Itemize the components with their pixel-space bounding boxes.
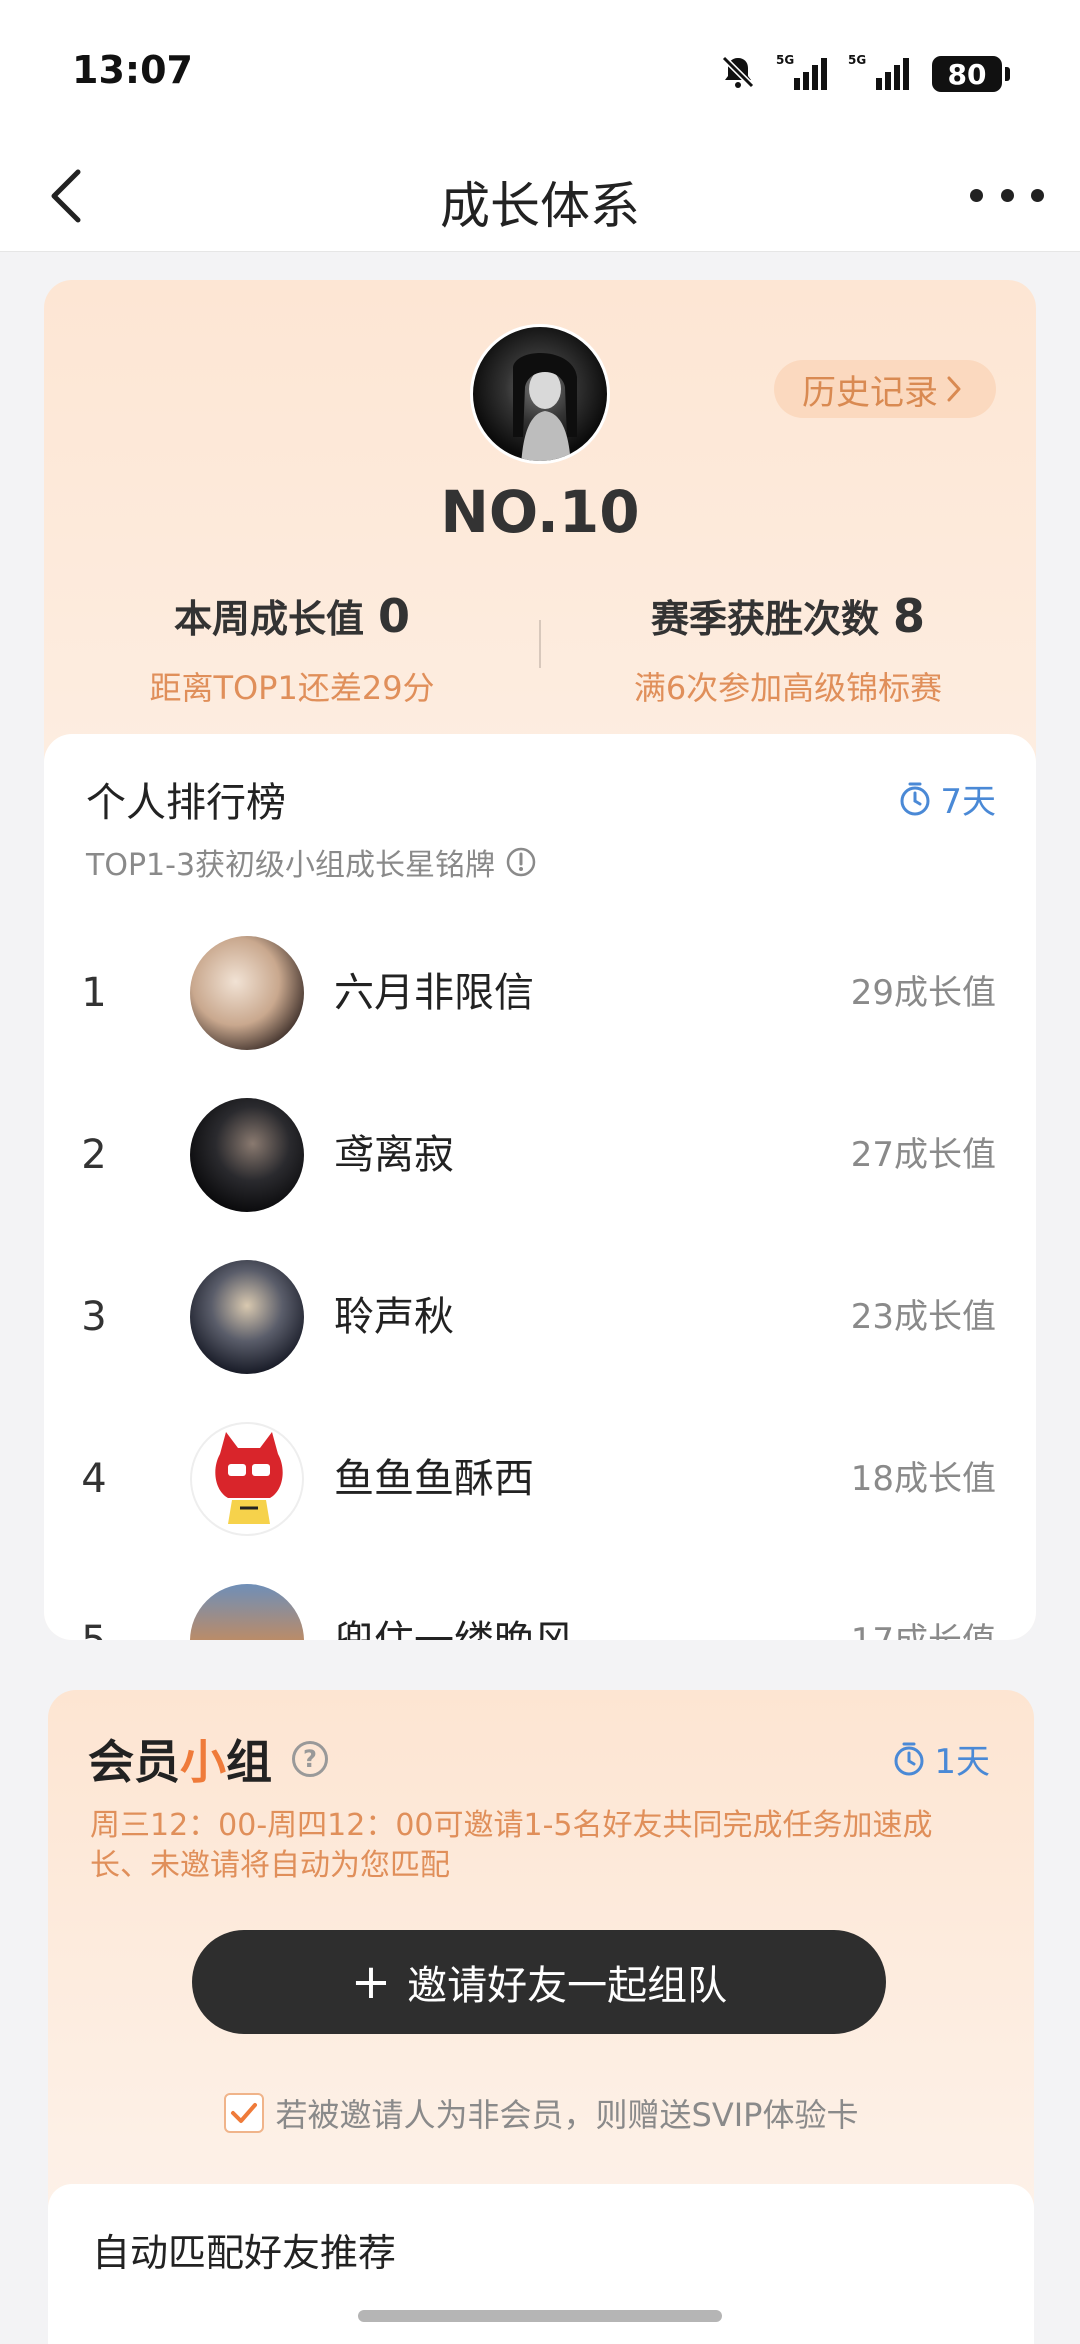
battery-icon: 80 bbox=[932, 56, 1010, 92]
mute-icon bbox=[718, 52, 758, 96]
ranking-row[interactable]: 1 六月非限信 29成长值 bbox=[44, 912, 1036, 1074]
rank-position: 4 bbox=[81, 1456, 107, 1502]
svip-note: 若被邀请人为非会员，则赠送SVIP体验卡 bbox=[275, 2096, 859, 2134]
page-title: 成长体系 bbox=[440, 177, 640, 235]
status-bar: 13:07 5G 5G 80 bbox=[0, 0, 1080, 140]
ranking-row[interactable]: 5 兜住一缕晚风 17成长值 bbox=[44, 1560, 1036, 1640]
rank-user-name: 鱼鱼鱼酥西 bbox=[334, 1456, 534, 1502]
avatar[interactable] bbox=[190, 1422, 304, 1536]
ranking-desc-text: TOP1-3获初级小组成长星铭牌 bbox=[86, 848, 496, 883]
info-icon[interactable] bbox=[505, 846, 537, 878]
member-title-part2: 小 bbox=[180, 1735, 226, 1789]
weekly-growth-value: 0 bbox=[378, 589, 411, 643]
weekly-growth-label: 本周成长值 bbox=[173, 597, 364, 641]
ranking-row[interactable]: 2 鸢离寂 27成长值 bbox=[44, 1074, 1036, 1236]
home-indicator[interactable] bbox=[358, 2310, 722, 2322]
more-button[interactable] bbox=[962, 170, 1052, 220]
season-wins-stat: 赛季获胜次数 8 满6次参加高级锦标赛 bbox=[540, 588, 1036, 709]
rank-user-name: 鸢离寂 bbox=[334, 1132, 454, 1178]
weekly-growth-sub: 距离TOP1还差29分 bbox=[149, 669, 435, 707]
member-title-part1: 会员 bbox=[88, 1735, 180, 1789]
ranking-list: 1 六月非限信 29成长值 2 鸢离寂 27成长值 3 聆声秋 23成长值 4 bbox=[44, 912, 1036, 1640]
ranking-title: 个人排行榜 bbox=[86, 780, 286, 826]
nav-bar: 成长体系 bbox=[0, 140, 1080, 252]
ranking-panel: 个人排行榜 7天 TOP1-3获初级小组成长星铭牌 1 六月非限信 29成长值 … bbox=[44, 734, 1036, 1640]
season-wins-label: 赛季获胜次数 bbox=[650, 597, 879, 641]
ranking-desc: TOP1-3获初级小组成长星铭牌 bbox=[86, 840, 537, 884]
weekly-growth-stat: 本周成长值 0 距离TOP1还差29分 bbox=[44, 588, 540, 709]
rank-user-name: 六月非限信 bbox=[334, 970, 534, 1016]
rank-score: 18成长值 bbox=[850, 1459, 996, 1499]
status-time: 13:07 bbox=[72, 48, 193, 92]
timer-icon bbox=[900, 782, 930, 815]
signal-icon-2: 5G bbox=[848, 52, 914, 96]
rank-score: 23成长值 bbox=[850, 1297, 996, 1337]
rank-position: 3 bbox=[81, 1294, 107, 1340]
ranking-row[interactable]: 4 鱼鱼鱼酥西 18成长值 bbox=[44, 1398, 1036, 1560]
more-dot-icon bbox=[1031, 188, 1044, 202]
member-group-card: 会员小组 ? 1天 周三12：00-周四12：00可邀请1-5名好友共同完成任务… bbox=[48, 1690, 1034, 2344]
rank-score: 29成长值 bbox=[850, 973, 996, 1013]
avatar[interactable] bbox=[190, 1098, 304, 1212]
member-group-title: 会员小组 ? bbox=[88, 1726, 328, 1792]
history-button[interactable]: 历史记录 bbox=[774, 360, 996, 418]
rank-score: 17成长值 bbox=[851, 1560, 996, 1640]
plus-icon: + bbox=[350, 1954, 392, 2010]
member-timer-value: 1天 bbox=[934, 1742, 990, 1782]
avatar[interactable] bbox=[190, 1260, 304, 1374]
member-group-desc: 周三12：00-周四12：00可邀请1-5名好友共同完成任务加速成长、未邀请将自… bbox=[90, 1808, 933, 1883]
rank-position: 1 bbox=[81, 970, 107, 1016]
status-icons: 5G 5G 80 bbox=[718, 52, 1010, 96]
rank-position: 2 bbox=[81, 1132, 107, 1178]
rank-user-name: 聆声秋 bbox=[334, 1294, 454, 1340]
checkmark-icon bbox=[230, 2103, 257, 2123]
rank-number: NO.10 bbox=[440, 478, 640, 546]
ranking-timer: 7天 bbox=[898, 774, 996, 823]
avatar-image bbox=[513, 353, 577, 461]
more-dot-icon bbox=[970, 188, 983, 202]
member-title-part3: 组 bbox=[226, 1735, 272, 1789]
signal-2-label: 5G bbox=[848, 53, 866, 67]
avatar[interactable] bbox=[190, 936, 304, 1050]
invite-label: 邀请好友一起组队 bbox=[407, 1963, 728, 2009]
avatar[interactable] bbox=[190, 1584, 304, 1640]
ranking-timer-value: 7天 bbox=[940, 782, 996, 822]
timer-icon bbox=[894, 1742, 924, 1775]
history-label: 历史记录 bbox=[802, 372, 938, 413]
member-group-timer: 1天 bbox=[892, 1734, 990, 1783]
signal-icon-1: 5G bbox=[776, 52, 830, 96]
chevron-right-icon bbox=[947, 376, 961, 402]
help-icon[interactable]: ? bbox=[292, 1741, 328, 1777]
invite-friends-button[interactable]: + 邀请好友一起组队 bbox=[192, 1930, 886, 2034]
user-avatar[interactable] bbox=[470, 324, 610, 464]
svip-option: 若被邀请人为非会员，则赠送SVIP体验卡 bbox=[48, 2090, 1034, 2136]
svip-checkbox[interactable] bbox=[223, 2093, 264, 2133]
season-wins-value: 8 bbox=[893, 589, 926, 643]
growth-card: 历史记录 NO.10 本周成长值 0 距离TOP1还差29分 赛季获胜次数 8 满6… bbox=[44, 280, 1036, 1640]
more-dot-icon bbox=[1000, 188, 1014, 202]
battery-level: 80 bbox=[947, 57, 987, 91]
auto-match-title: 自动匹配好友推荐 bbox=[92, 2231, 397, 2275]
signal-1-label: 5G bbox=[776, 53, 794, 67]
rank-position: 5 bbox=[74, 1560, 114, 1640]
rank-user-name: 兜住一缕晚风 bbox=[334, 1560, 574, 1640]
rank-score: 27成长值 bbox=[850, 1135, 996, 1175]
season-wins-sub: 满6次参加高级锦标赛 bbox=[633, 669, 943, 707]
cartoon-avatar-image bbox=[215, 1432, 283, 1524]
ranking-row[interactable]: 3 聆声秋 23成长值 bbox=[44, 1236, 1036, 1398]
